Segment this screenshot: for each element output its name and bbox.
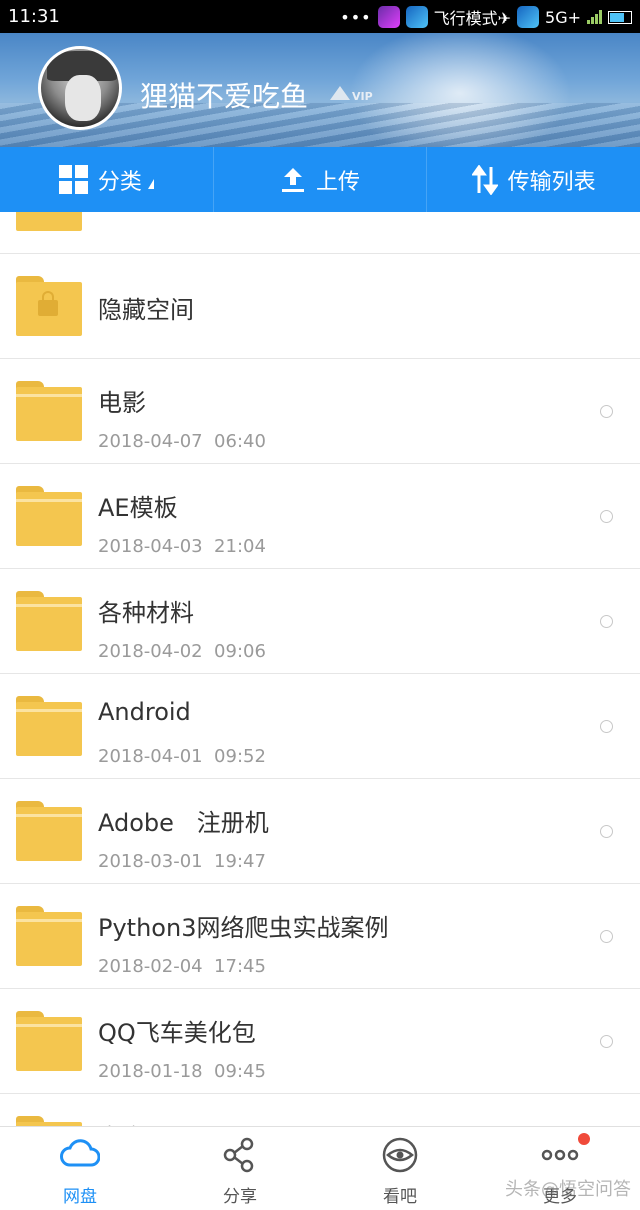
nav-watch[interactable]: 看吧 [320, 1127, 480, 1210]
nav-label: 分享 [223, 1187, 257, 1207]
list-item-partial[interactable] [0, 212, 640, 254]
transfer-icon [471, 164, 498, 195]
transfer-label: 传输列表 [507, 169, 596, 195]
action-toolbar: 分类 上传 传输列表 [0, 147, 640, 212]
list-item[interactable]: AE模板 2018-04-03 21:04 [0, 464, 640, 569]
dropdown-caret-icon [147, 178, 154, 189]
folder-icon [16, 381, 82, 441]
category-label: 分类 [97, 169, 142, 195]
select-radio[interactable] [600, 405, 613, 418]
list-item[interactable]: Android 2018-04-01 09:52 [0, 674, 640, 779]
cloud-icon [60, 1139, 100, 1167]
folder-date: 2018-04-07 06:40 [98, 431, 266, 452]
avatar[interactable] [38, 46, 122, 130]
file-list: 隐藏空间 电影 2018-04-07 06:40 AE模板 2018-04-03… [0, 212, 640, 1126]
folder-name: QQ飞车美化包 [98, 1019, 256, 1047]
folder-icon [16, 212, 82, 231]
nav-netdisk[interactable]: 网盘 [0, 1127, 160, 1210]
select-radio[interactable] [600, 510, 613, 523]
transfer-list-button[interactable]: 传输列表 [427, 147, 640, 212]
nav-label: 网盘 [63, 1187, 97, 1207]
eye-icon [382, 1137, 418, 1173]
list-item[interactable]: QQ飞车美化包 2018-01-18 09:45 [0, 989, 640, 1094]
folder-date: 2018-04-02 09:06 [98, 641, 266, 662]
list-item[interactable]: 电影 2018-04-07 06:40 [0, 359, 640, 464]
status-overflow-dots: ••• [340, 7, 372, 27]
notification-app-icon [405, 6, 428, 28]
notification-app-icon [377, 6, 400, 28]
list-item[interactable]: Python3网络爬虫实战案例 2018-02-04 17:45 [0, 884, 640, 989]
crown-icon [330, 85, 350, 100]
airplane-mode-label: 飞行模式✈ [433, 9, 512, 28]
category-button[interactable]: 分类 [0, 147, 214, 212]
nav-share[interactable]: 分享 [160, 1127, 320, 1210]
folder-date: 2018-02-04 17:45 [98, 956, 266, 977]
select-radio[interactable] [600, 720, 613, 733]
share-icon [223, 1137, 254, 1173]
folder-name: 发家 [98, 1118, 146, 1126]
folder-date: 2018-04-03 21:04 [98, 536, 266, 557]
folder-name: Python3网络爬虫实战案例 [98, 914, 389, 942]
folder-icon [16, 591, 82, 651]
signal-icon [587, 10, 602, 24]
folder-name: 各种材料 [98, 599, 194, 627]
notification-app-icon [517, 6, 540, 28]
folder-icon [16, 486, 82, 546]
folder-name: 电影 [98, 389, 146, 417]
list-item[interactable]: Adobe 注册机 2018-03-01 19:47 [0, 779, 640, 884]
folder-date: 2018-01-18 09:45 [98, 1061, 266, 1082]
select-radio[interactable] [600, 930, 613, 943]
select-radio[interactable] [600, 615, 613, 628]
profile-header: 狸猫不爱吃鱼 VIP [0, 33, 640, 147]
lock-icon [38, 291, 58, 316]
folder-icon [16, 801, 82, 861]
folder-name: 隐藏空间 [98, 296, 194, 324]
status-time: 11:31 [8, 6, 60, 27]
more-icon [541, 1149, 579, 1161]
folder-date: 2018-04-01 09:52 [98, 746, 266, 767]
locked-folder-icon [16, 276, 82, 336]
list-item-hidden-space[interactable]: 隐藏空间 [0, 254, 640, 359]
vip-badge[interactable]: VIP [330, 82, 373, 103]
list-item[interactable]: 发家 [0, 1094, 640, 1126]
folder-name: Android [98, 698, 191, 726]
upload-icon [282, 167, 304, 192]
list-item[interactable]: 各种材料 2018-04-02 09:06 [0, 569, 640, 674]
vip-label: VIP [352, 90, 373, 103]
select-radio[interactable] [600, 825, 613, 838]
folder-name: AE模板 [98, 494, 178, 522]
grid-icon [58, 165, 88, 194]
status-bar: 11:31 ••• 飞行模式✈ 5G+ [0, 0, 640, 33]
folder-date: 2018-03-01 19:47 [98, 851, 266, 872]
folder-name: Adobe 注册机 [98, 809, 269, 837]
select-radio[interactable] [600, 1035, 613, 1048]
folder-icon [16, 906, 82, 966]
network-type: 5G+ [545, 7, 581, 27]
status-icons: ••• 飞行模式✈ 5G+ [340, 5, 632, 29]
avatar-face [65, 75, 101, 121]
folder-icon [16, 1116, 82, 1126]
battery-icon [608, 10, 632, 24]
notification-dot [578, 1133, 590, 1145]
upload-label: 上传 [316, 169, 361, 195]
username: 狸猫不爱吃鱼 [140, 80, 309, 113]
watermark: 头条@悟空问答 [505, 1179, 631, 1200]
upload-button[interactable]: 上传 [214, 147, 428, 212]
nav-label: 看吧 [383, 1187, 417, 1207]
folder-icon [16, 1011, 82, 1071]
folder-icon [16, 696, 82, 756]
